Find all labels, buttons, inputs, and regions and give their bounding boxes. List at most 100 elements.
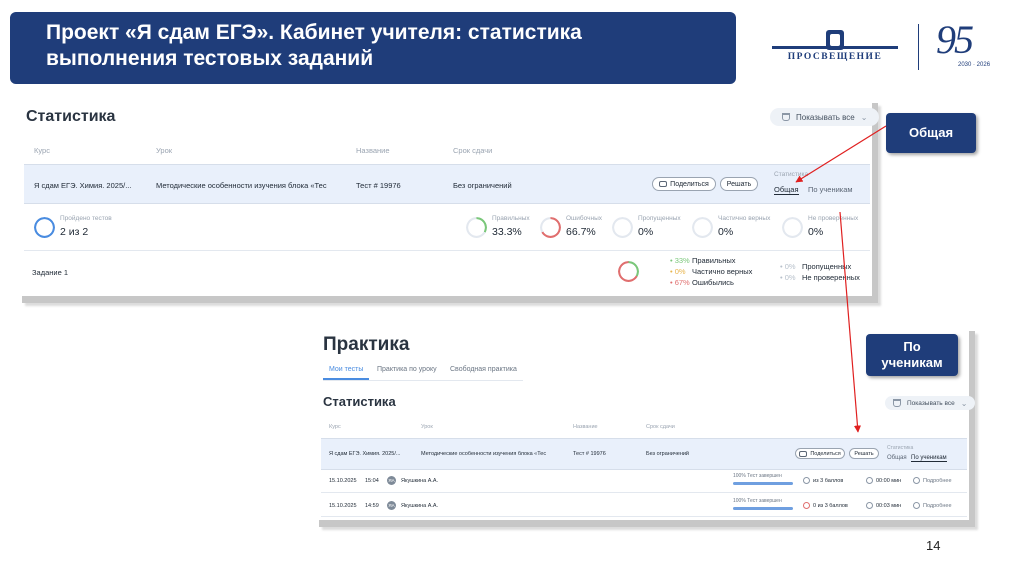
progress-bar [733, 482, 793, 485]
segment-by-students[interactable]: По ученикам [808, 185, 853, 194]
row-lesson: Методические особенности изучения блока … [156, 181, 327, 190]
stat-caption: Статистика [887, 445, 914, 451]
progress-bar [733, 507, 793, 510]
tab-lesson-practice[interactable]: Практика по уроку [377, 366, 437, 373]
col-deadline: Срок сдачи [646, 424, 675, 430]
summary-ring [612, 217, 633, 238]
chevron-down-icon: ⌄ [860, 112, 868, 122]
row-test-name: Тест # 19976 [573, 451, 606, 457]
row-lesson: Методические особенности изучения блока … [421, 451, 547, 457]
row-course: Я сдам ЕГЭ. Химия. 2025/... [34, 181, 132, 190]
clock-icon [866, 477, 873, 484]
share-icon [799, 450, 808, 457]
table-row[interactable]: Я сдам ЕГЭ. Химия. 2025/... Методические… [321, 438, 967, 470]
callout-by-students-line1: По [903, 339, 921, 354]
solve-label: Решать [854, 450, 874, 457]
summary-ring [692, 217, 713, 238]
solve-button[interactable]: Решать [720, 177, 758, 191]
duration: 00:03 мин [876, 503, 902, 509]
tab-my-tests[interactable]: Мои тесты [329, 366, 363, 373]
row-course: Я сдам ЕГЭ. Химия. 2025/... [329, 451, 401, 457]
stat-caption: Статистика [774, 171, 809, 178]
attempt-time: 14:59 [365, 503, 379, 509]
share-icon [659, 181, 668, 187]
solve-label: Решать [726, 180, 752, 188]
score-icon [803, 502, 810, 509]
solve-button[interactable]: Решать [849, 448, 879, 459]
filter-label: Показывать все [796, 112, 855, 122]
slide-title-box: Проект «Я сдам ЕГЭ». Кабинет учителя: ст… [10, 12, 736, 84]
col-lesson: Урок [156, 146, 173, 155]
col-course: Курс [34, 146, 50, 155]
legend-skipped: • 0% Пропущенных [780, 262, 852, 271]
share-label: Поделиться [670, 180, 709, 188]
slide-title-line1: Проект «Я сдам ЕГЭ». Кабинет учителя: ст… [46, 21, 582, 44]
avatar: ЯА [387, 501, 396, 510]
col-deadline: Срок сдачи [453, 146, 493, 155]
segment-general[interactable]: Общая [774, 185, 799, 195]
publisher-name: ПРОСВЕЩЕНИЕ [787, 52, 883, 62]
jubilee-number: 95 [936, 17, 974, 62]
statistics-title: Статистика [26, 108, 116, 125]
chevron-down-icon: ⌄ [960, 398, 968, 408]
jubilee-years: 2030 · 2026 [958, 62, 991, 68]
details-link[interactable]: Подробнее [923, 503, 952, 509]
legend-correct: • 33% Правильных [670, 256, 736, 265]
statistics-screenshot: Статистика Показывать все ⌄ Курс Урок На… [16, 96, 880, 296]
status-text: 100% Тест завершен [733, 498, 782, 504]
practice-statistics-title: Статистика [323, 394, 396, 409]
page-number: 14 [926, 538, 941, 553]
share-label: Поделиться [810, 450, 841, 457]
col-name: Название [573, 424, 598, 430]
logo-divider [918, 24, 919, 70]
score: из 3 баллов [813, 478, 844, 484]
col-name: Название [356, 146, 390, 155]
summary-ring [782, 217, 803, 238]
score-icon [803, 477, 810, 484]
avatar: ЯА [387, 476, 396, 485]
status-text: 100% Тест завершен [733, 473, 782, 479]
legend-wrong: • 67% Ошибылись [670, 278, 734, 287]
details-icon [913, 477, 920, 484]
clock-icon [866, 502, 873, 509]
tab-free-practice[interactable]: Свободная практика [450, 366, 517, 373]
row-deadline: Без ограничений [453, 181, 512, 190]
jubilee-logo: 95 2030 · 2026 [936, 17, 1006, 76]
task-donut [618, 261, 639, 282]
logo-mark-icon [826, 30, 844, 50]
show-all-filter-button[interactable]: Показывать все ⌄ [885, 396, 976, 410]
legend-unchecked: • 0% Не проверенных [780, 273, 860, 282]
row-deadline: Без ограничений [646, 451, 689, 457]
table-row[interactable]: Я сдам ЕГЭ. Химия. 2025/... Методические… [24, 164, 870, 204]
attempt-time: 15:04 [365, 478, 379, 484]
filter-label: Показывать все [907, 399, 955, 407]
share-button[interactable]: Поделиться [795, 448, 845, 459]
callout-general: Общая [886, 113, 976, 153]
score: 0 из 3 баллов [813, 503, 848, 509]
summary-ring [540, 217, 561, 238]
show-all-filter-button[interactable]: Показывать все ⌄ [770, 108, 880, 126]
filter-icon [782, 113, 790, 121]
col-course: Курс [329, 424, 341, 430]
details-icon [913, 502, 920, 509]
callout-by-students-line2: ученикам [881, 355, 943, 370]
callout-by-students: По ученикам [866, 334, 958, 376]
legend-partial: • 0% Частично верных [670, 267, 753, 276]
summary-ring [466, 217, 487, 238]
details-link[interactable]: Подробнее [923, 478, 952, 484]
row-test-name: Тест # 19976 [356, 181, 401, 190]
slide-title-line2: выполнения тестовых заданий [46, 47, 374, 70]
filter-icon [893, 399, 901, 407]
practice-title: Практика [323, 334, 410, 355]
summary-ring [34, 217, 55, 238]
attempt-date: 15.10.2025 [329, 503, 357, 509]
task-name: Задание 1 [32, 268, 69, 277]
prosveshchenie-logo: ПРОСВЕЩЕНИЕ [772, 24, 898, 70]
student-name[interactable]: Якушкина А.А. [401, 503, 438, 509]
col-lesson: Урок [421, 424, 433, 430]
segment-general[interactable]: Общая [887, 455, 907, 461]
student-name[interactable]: Якушкина А.А. [401, 478, 438, 484]
share-button[interactable]: Поделиться [652, 177, 716, 191]
segment-by-students[interactable]: По ученикам [911, 455, 947, 462]
attempt-date: 15.10.2025 [329, 478, 357, 484]
